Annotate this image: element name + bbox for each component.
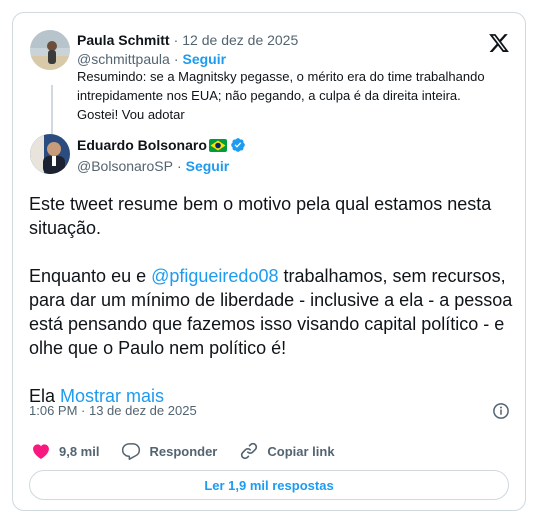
author-header: Eduardo Bolsonaro — [77, 137, 246, 153]
quoted-author-handle[interactable]: @schmittpaula — [77, 51, 170, 67]
separator-dot: · — [173, 32, 179, 48]
reply-icon — [122, 443, 141, 460]
reply-button[interactable]: Responder — [121, 441, 217, 461]
read-replies-button[interactable]: Ler 1,9 mil respostas — [29, 470, 509, 500]
copy-link-button[interactable]: Copiar link — [239, 441, 335, 461]
quoted-author-name[interactable]: Paula Schmitt — [77, 32, 170, 48]
quoted-handle-row: @schmittpaula · Seguir — [77, 51, 226, 67]
author-handle-row: @BolsonaroSP · Seguir — [77, 158, 229, 174]
like-count: 9,8 mil — [59, 443, 100, 459]
author-name[interactable]: Eduardo Bolsonaro — [77, 137, 207, 153]
verified-badge-icon — [230, 137, 246, 153]
author-handle[interactable]: @BolsonaroSP — [77, 158, 173, 174]
quoted-avatar[interactable] — [30, 30, 70, 70]
info-icon[interactable] — [492, 402, 510, 420]
tweet-text-segment: Enquanto eu e — [29, 266, 152, 286]
tweet-timestamp[interactable]: 1:06 PM · 13 de dez de 2025 — [29, 403, 197, 418]
tweet-embed-card: Paula Schmitt · 12 de dez de 2025 @schmi… — [12, 12, 526, 511]
copy-link-label: Copiar link — [267, 443, 335, 459]
author-avatar[interactable] — [30, 134, 70, 174]
follow-button[interactable]: Seguir — [186, 158, 230, 174]
mention-link[interactable]: @pfigueiredo08 — [151, 266, 278, 286]
quoted-tweet-text: Resumindo: se a Magnitsky pegasse, o mér… — [77, 69, 485, 122]
reply-label: Responder — [149, 443, 218, 459]
link-icon — [241, 442, 258, 460]
heart-icon — [33, 444, 49, 459]
x-logo-icon[interactable] — [488, 32, 510, 54]
quoted-header: Paula Schmitt · 12 de dez de 2025 — [77, 32, 298, 48]
separator-dot: · — [173, 51, 179, 67]
tweet-paragraph: Enquanto eu e @pfigueiredo08 trabalhamos… — [29, 264, 519, 360]
quoted-follow-button[interactable]: Seguir — [182, 51, 226, 67]
brazil-flag-icon — [208, 138, 227, 152]
tweet-paragraph: Este tweet resume bem o motivo pela qual… — [29, 194, 492, 238]
separator-dot: · — [176, 158, 182, 174]
quoted-date[interactable]: 12 de dez de 2025 — [182, 32, 298, 48]
tweet-body: Este tweet resume bem o motivo pela qual… — [29, 192, 519, 408]
tweet-actions-bar: 9,8 mil Responder Copiar link — [31, 441, 357, 461]
like-button[interactable]: 9,8 mil — [31, 441, 99, 461]
